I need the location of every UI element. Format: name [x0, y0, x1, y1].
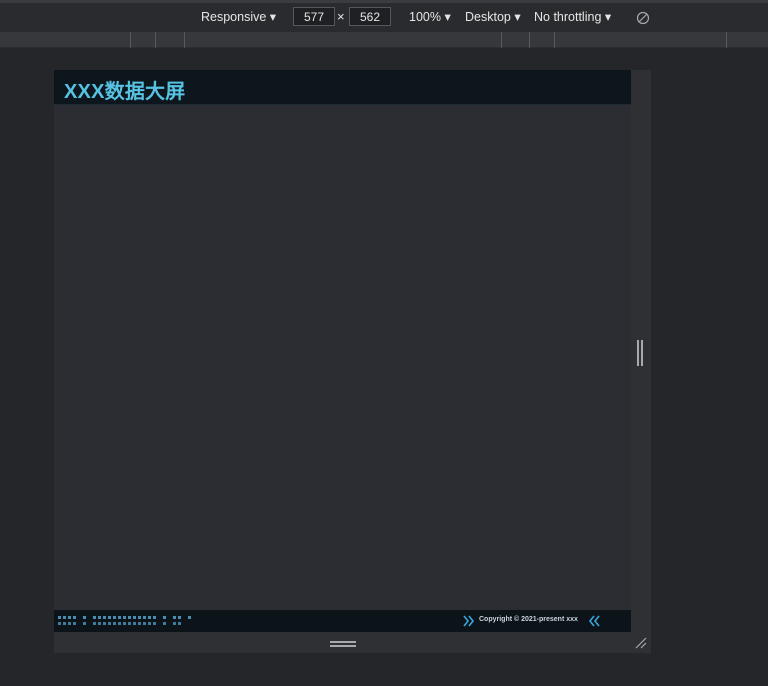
decorative-dot — [113, 622, 116, 625]
decorative-dot — [178, 616, 181, 619]
decorative-dot — [118, 622, 121, 625]
decorative-dot — [163, 616, 166, 619]
decorative-dot — [138, 622, 141, 625]
dimension-separator: × — [337, 9, 345, 24]
decorative-dot — [83, 622, 86, 625]
ruler-segment — [554, 32, 555, 48]
ruler-segment — [155, 32, 156, 48]
dashboard-footer: Copyright © 2021-present xxx — [54, 610, 631, 632]
resize-handle-bottom[interactable] — [330, 641, 356, 647]
decorative-dot — [123, 616, 126, 619]
decorative-dot — [153, 622, 156, 625]
media-query-bar[interactable] — [0, 32, 768, 48]
decorative-dot — [108, 616, 111, 619]
ruler-segment — [130, 32, 131, 48]
height-input[interactable] — [349, 7, 391, 26]
throttling-dropdown[interactable]: No throttling ▾ — [534, 9, 611, 24]
decorative-dot — [68, 622, 71, 625]
resize-handle-corner[interactable] — [634, 636, 648, 650]
decorative-dot — [128, 616, 131, 619]
ruler-segment — [184, 32, 185, 48]
device-toolbar: Responsive ▾ × 100% ▾ Desktop ▾ No throt… — [0, 0, 768, 32]
double-chevron-right-icon — [463, 615, 475, 627]
decorative-dot — [128, 622, 131, 625]
decorative-dot — [148, 622, 151, 625]
decorative-dot — [138, 616, 141, 619]
decorative-dot — [143, 622, 146, 625]
decorative-dot — [148, 616, 151, 619]
mode-dropdown[interactable]: Desktop ▾ — [465, 9, 521, 24]
page-title: XXX数据大屏 — [64, 81, 186, 103]
decorative-dot — [178, 622, 181, 625]
decorative-dot — [103, 616, 106, 619]
decorative-dot — [173, 616, 176, 619]
width-input[interactable] — [293, 7, 335, 26]
decorative-dot — [133, 616, 136, 619]
decorative-dot — [153, 616, 156, 619]
decorative-dot — [118, 616, 121, 619]
decorative-dot — [58, 622, 61, 625]
decorative-dot — [113, 616, 116, 619]
decorative-dot — [93, 616, 96, 619]
ruler-segment — [501, 32, 502, 48]
decorative-dot — [68, 616, 71, 619]
decorative-dot — [73, 616, 76, 619]
dashboard-page: XXX数据大屏 Copyright © 2021-present xxx — [54, 70, 631, 632]
decorative-dot — [108, 622, 111, 625]
decorative-dot — [188, 616, 191, 619]
dashboard-header: XXX数据大屏 — [54, 70, 631, 105]
rotate-icon[interactable] — [636, 11, 650, 25]
decorative-dot — [73, 622, 76, 625]
decorative-dot — [173, 622, 176, 625]
double-chevron-left-icon — [588, 615, 600, 627]
device-viewport: XXX数据大屏 Copyright © 2021-present xxx — [54, 70, 651, 653]
decorative-dots — [58, 615, 218, 629]
decorative-dot — [133, 622, 136, 625]
decorative-dot — [143, 616, 146, 619]
copyright-text: Copyright © 2021-present xxx — [479, 616, 578, 623]
decorative-dot — [93, 622, 96, 625]
decorative-dot — [98, 616, 101, 619]
decorative-dot — [163, 622, 166, 625]
zoom-dropdown[interactable]: 100% ▾ — [409, 9, 451, 24]
ruler-segment — [529, 32, 530, 48]
device-dropdown[interactable]: Responsive ▾ — [201, 9, 276, 24]
decorative-dot — [123, 622, 126, 625]
ruler-segment — [726, 32, 727, 48]
decorative-dot — [58, 616, 61, 619]
decorative-dot — [63, 622, 66, 625]
decorative-dot — [63, 616, 66, 619]
decorative-dot — [103, 622, 106, 625]
decorative-dot — [83, 616, 86, 619]
decorative-dot — [98, 622, 101, 625]
resize-handle-right[interactable] — [637, 340, 643, 366]
